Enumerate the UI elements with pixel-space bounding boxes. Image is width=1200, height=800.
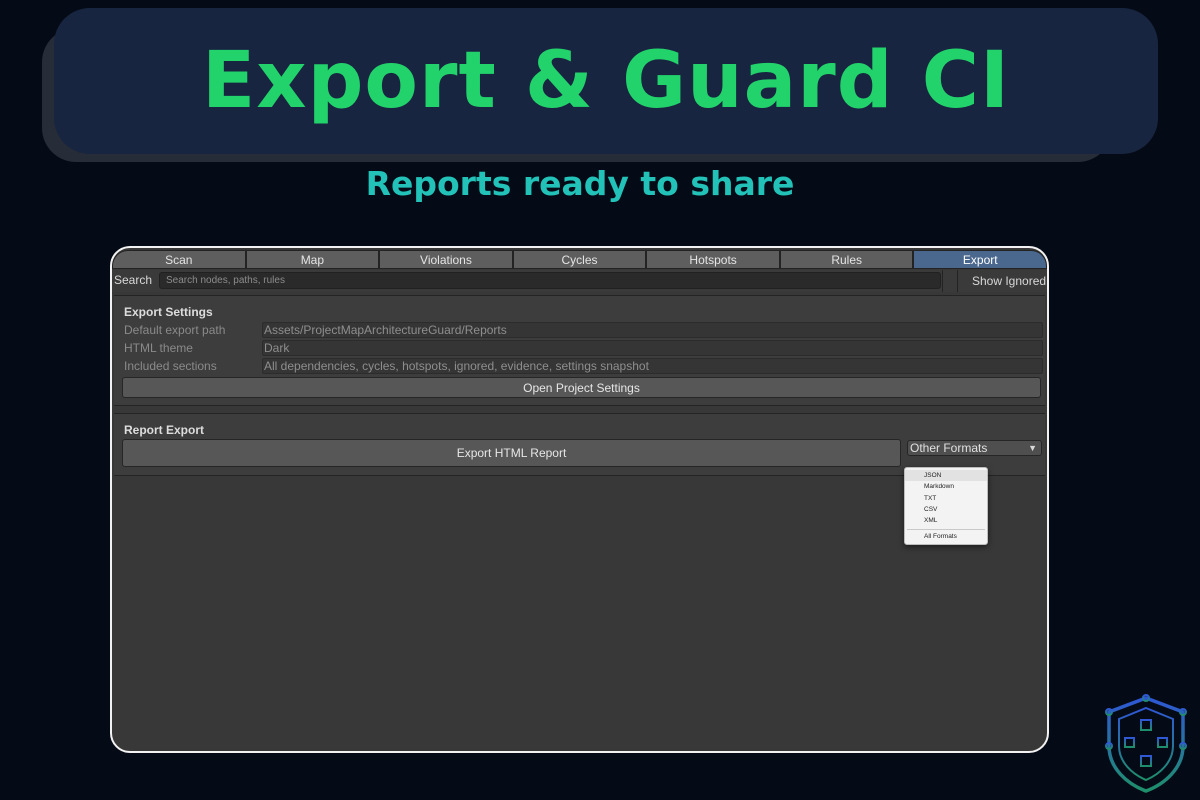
html-theme-field[interactable]: Dark	[262, 340, 1043, 356]
export-html-report-button[interactable]: Export HTML Report	[122, 439, 901, 467]
banner: Export & Guard CI	[54, 8, 1158, 154]
export-settings-section: Export Settings Default export path Asse…	[114, 295, 1045, 406]
menu-item-xml[interactable]: XML	[905, 515, 987, 526]
default-path-label: Default export path	[124, 323, 226, 337]
banner-title: Export & Guard CI	[201, 36, 1010, 126]
show-ignored-label[interactable]: Show Ignored	[972, 274, 1046, 288]
tab-bar: Scan Map Violations Cycles Hotspots Rule…	[112, 250, 1047, 269]
formats-menu: JSON Markdown TXT CSV XML All Formats	[904, 467, 988, 545]
other-formats-dropdown[interactable]: Other Formats ▼	[907, 440, 1042, 456]
menu-item-csv[interactable]: CSV	[905, 504, 987, 515]
html-theme-label: HTML theme	[124, 341, 193, 355]
tab-hotspots[interactable]: Hotspots	[646, 250, 780, 269]
menu-separator	[907, 529, 985, 531]
tab-map[interactable]: Map	[245, 250, 380, 269]
tab-scan[interactable]: Scan	[112, 250, 246, 269]
included-sections-label: Included sections	[124, 359, 217, 373]
menu-item-json[interactable]: JSON	[905, 470, 987, 482]
search-row: Search Show Ignored	[112, 270, 1047, 292]
open-project-settings-button[interactable]: Open Project Settings	[122, 377, 1041, 398]
chevron-down-icon: ▼	[1028, 443, 1037, 453]
menu-item-txt[interactable]: TXT	[905, 493, 987, 504]
default-path-field[interactable]: Assets/ProjectMapArchitectureGuard/Repor…	[262, 322, 1043, 338]
menu-item-all-formats[interactable]: All Formats	[905, 531, 987, 542]
shield-logo-icon	[1105, 694, 1187, 793]
banner-subtitle: Reports ready to share	[365, 164, 795, 203]
tab-rules[interactable]: Rules	[779, 250, 914, 269]
show-ignored-toggle[interactable]	[942, 270, 958, 292]
other-formats-label: Other Formats	[910, 441, 988, 455]
search-label: Search	[114, 273, 153, 287]
search-input[interactable]	[159, 272, 941, 289]
export-settings-title: Export Settings	[124, 305, 213, 319]
included-sections-field[interactable]: All dependencies, cycles, hotspots, igno…	[262, 358, 1043, 374]
tab-export[interactable]: Export	[913, 250, 1047, 269]
menu-item-markdown[interactable]: Markdown	[905, 481, 987, 492]
tab-cycles[interactable]: Cycles	[512, 250, 647, 269]
tab-violations[interactable]: Violations	[379, 250, 513, 269]
editor-window: Scan Map Violations Cycles Hotspots Rule…	[110, 246, 1049, 753]
report-export-title: Report Export	[124, 423, 205, 437]
